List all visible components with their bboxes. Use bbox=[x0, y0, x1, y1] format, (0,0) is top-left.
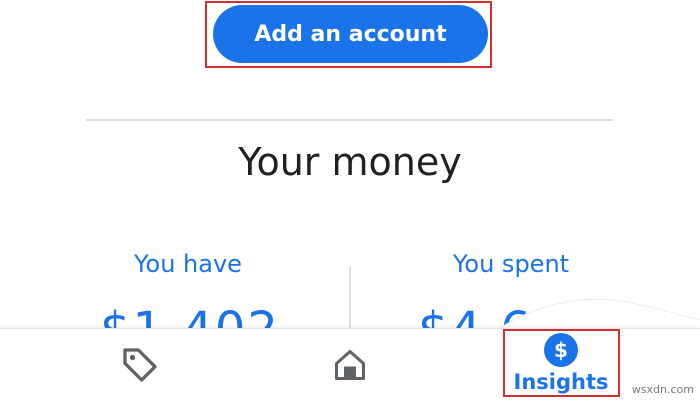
you-have-label: You have bbox=[134, 250, 242, 278]
insights-highlight bbox=[503, 329, 620, 397]
add-account-button[interactable]: Add an account bbox=[213, 5, 488, 63]
nav-tags[interactable] bbox=[100, 329, 180, 400]
page-title: Your money bbox=[238, 140, 462, 184]
watermark: wsxdn.com bbox=[631, 383, 694, 396]
section-divider bbox=[86, 119, 613, 121]
app-screen: Add an account Your money You have You s… bbox=[0, 0, 700, 400]
home-icon bbox=[335, 350, 365, 380]
you-spent-label: You spent bbox=[452, 250, 570, 278]
column-divider bbox=[349, 266, 351, 328]
nav-home[interactable] bbox=[310, 329, 390, 400]
tag-icon bbox=[123, 348, 157, 382]
